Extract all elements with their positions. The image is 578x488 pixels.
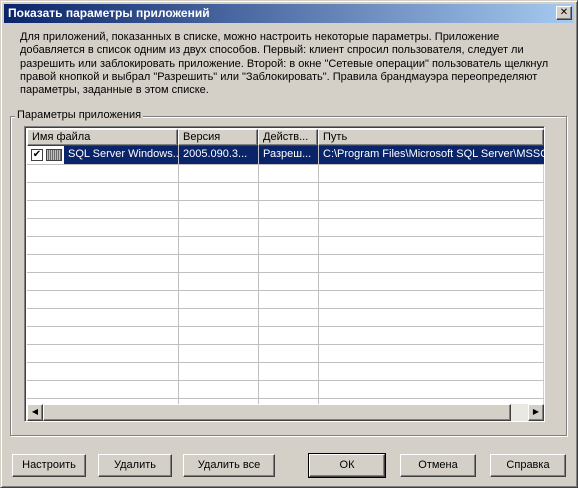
grid-line (27, 200, 544, 201)
scrollbar-thumb[interactable] (43, 404, 511, 421)
cell-version: 2005.090.3... (179, 146, 258, 164)
help-button[interactable]: Справка (490, 454, 566, 477)
grid-line (27, 380, 544, 381)
title-bar[interactable]: Показать параметры приложений ✕ (4, 4, 574, 23)
column-header-file-name[interactable]: Имя файла (27, 129, 178, 146)
delete-all-button[interactable]: Удалить все (183, 454, 275, 477)
list-body: ✔ SQL Server Windows... 2005.090.3... Ра… (27, 146, 544, 404)
cancel-button[interactable]: Отмена (400, 454, 476, 477)
list-header: Имя файла Версия Действ... Путь (27, 129, 544, 146)
grid-line (27, 218, 544, 219)
grid-line (27, 344, 544, 345)
window-title: Показать параметры приложений (8, 6, 210, 20)
row-enabled-checkbox[interactable]: ✔ (31, 149, 43, 161)
cell-file-name: SQL Server Windows... (64, 146, 178, 164)
grid-line (258, 146, 259, 404)
scroll-left-arrow-icon[interactable]: ◀ (27, 404, 43, 421)
ok-button[interactable]: ОК (308, 453, 386, 478)
application-icon (46, 149, 62, 161)
grid-line (318, 146, 319, 404)
applications-list[interactable]: Имя файла Версия Действ... Путь ✔ SQL Se… (24, 126, 545, 422)
dialog-window: Показать параметры приложений ✕ Для прил… (0, 0, 578, 488)
groupbox-label: Параметры приложения (15, 109, 144, 121)
description-text: Для приложений, показанных в списке, мож… (20, 31, 549, 97)
grid-line (27, 182, 544, 183)
column-header-path[interactable]: Путь (318, 129, 544, 146)
grid-line (27, 308, 544, 309)
grid-line (27, 290, 544, 291)
grid-line (27, 254, 544, 255)
grid-line (27, 272, 544, 273)
cell-action: Разреш... (259, 146, 318, 164)
table-row[interactable]: ✔ SQL Server Windows... 2005.090.3... Ра… (27, 146, 544, 164)
configure-button[interactable]: Настроить (12, 454, 86, 477)
grid-line (27, 236, 544, 237)
grid-line (178, 146, 179, 404)
grid-line (27, 398, 544, 399)
grid-line (27, 326, 544, 327)
scroll-right-arrow-icon[interactable]: ▶ (528, 404, 544, 421)
cell-path: C:\Program Files\Microsoft SQL Server\MS… (319, 146, 544, 164)
column-header-action[interactable]: Действ... (258, 129, 318, 146)
close-button[interactable]: ✕ (556, 6, 572, 20)
grid-line (27, 362, 544, 363)
delete-button[interactable]: Удалить (98, 454, 172, 477)
horizontal-scrollbar[interactable]: ◀ ▶ (27, 404, 544, 421)
grid-line (27, 164, 544, 165)
column-header-version[interactable]: Версия (178, 129, 258, 146)
